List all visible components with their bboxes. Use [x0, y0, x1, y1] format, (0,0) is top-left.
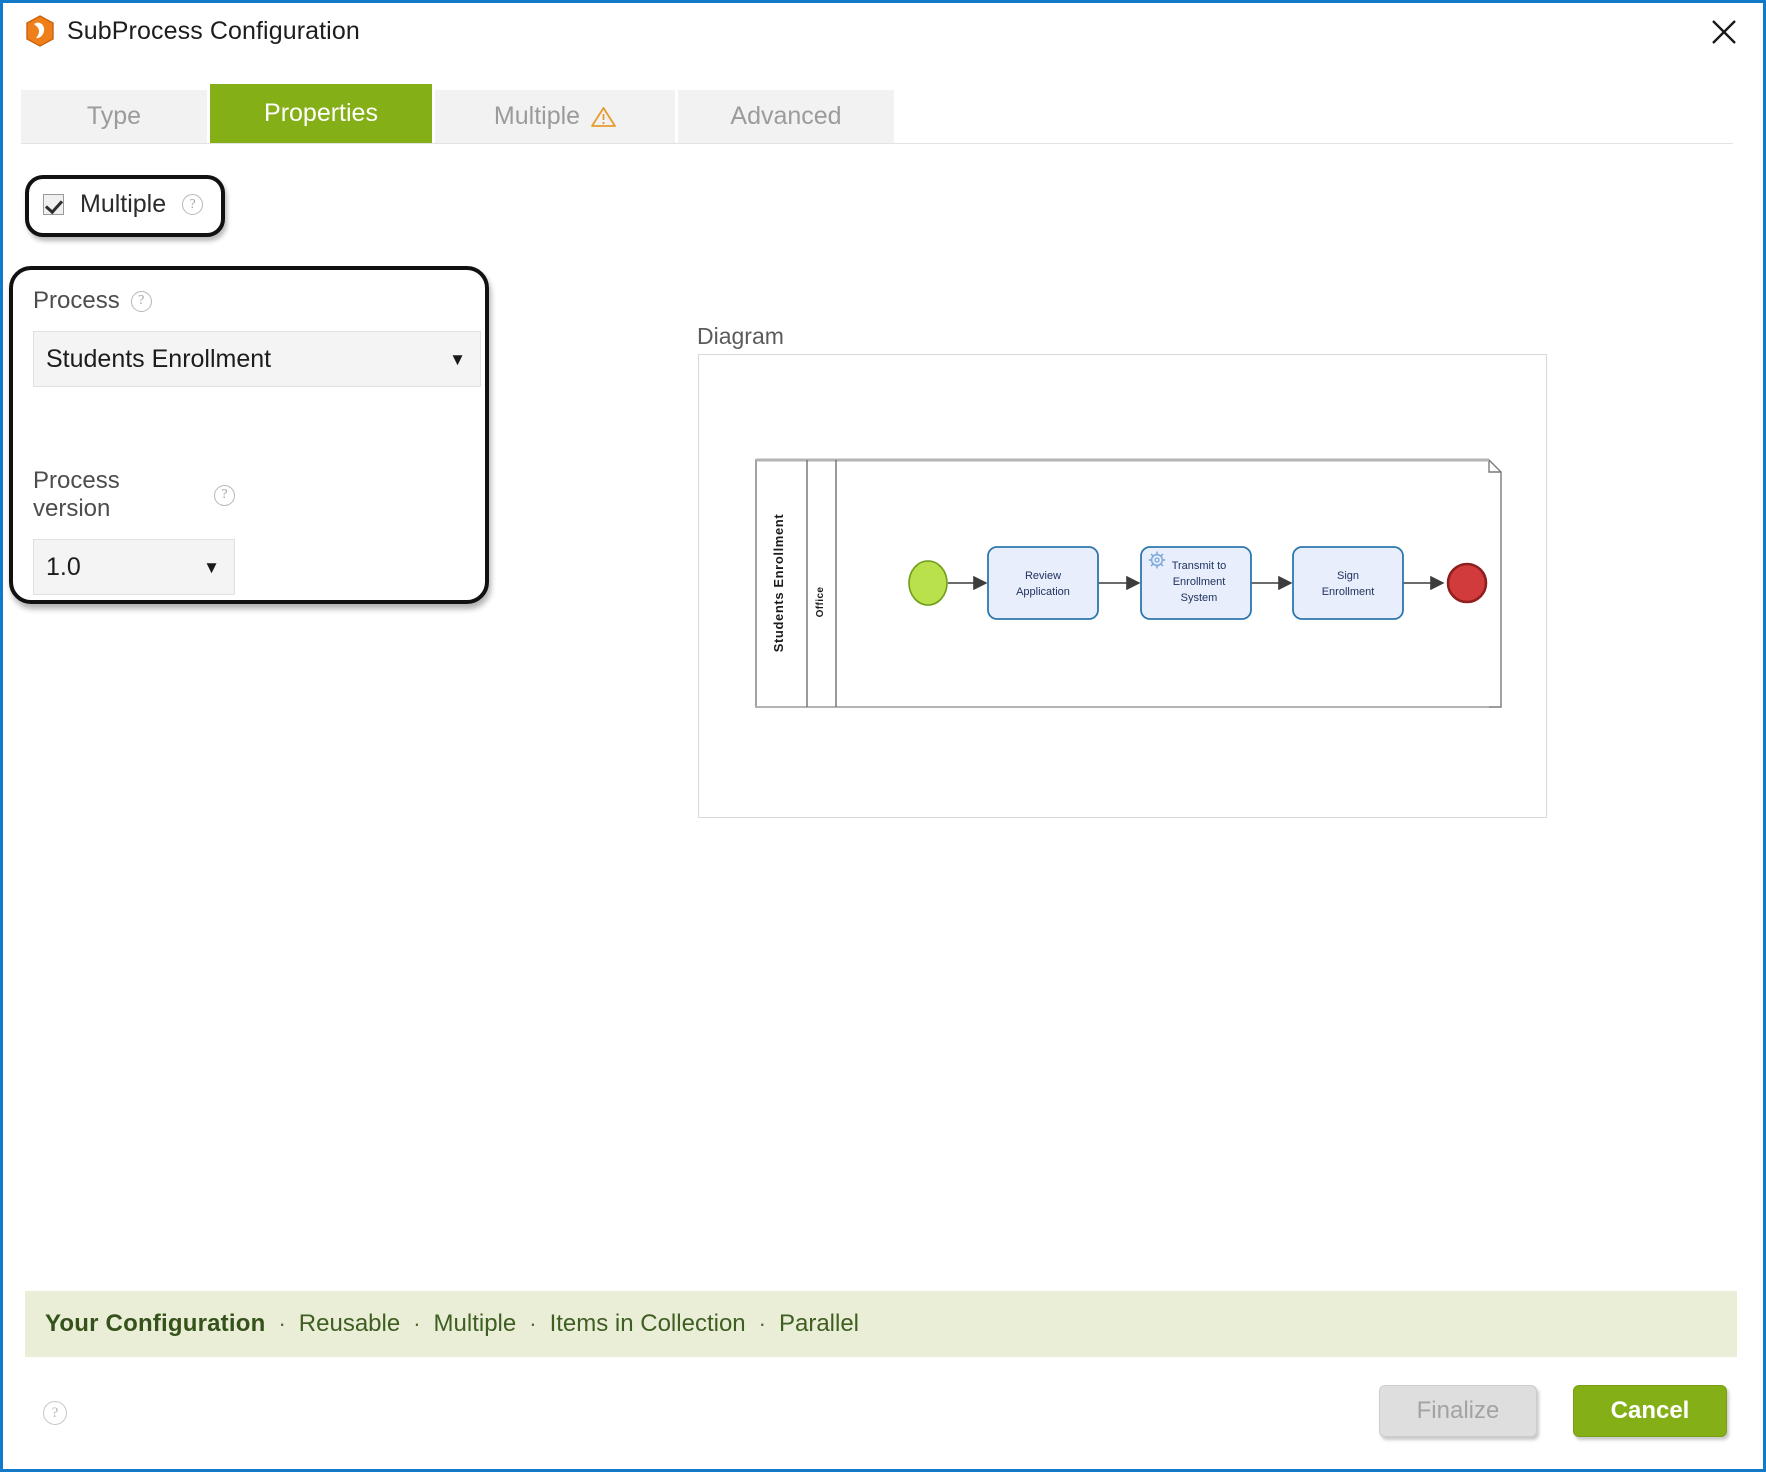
diagram-label: Diagram — [697, 323, 784, 349]
process-version-select[interactable]: 1.0 ▼ — [33, 539, 235, 595]
summary-separator: · — [529, 1311, 537, 1336]
finalize-button-label: Finalize — [1416, 1397, 1500, 1424]
process-version-select-value: 1.0 — [46, 552, 81, 581]
chevron-down-icon: ▼ — [449, 349, 466, 369]
bpmn-task-review-application: Review Application — [987, 546, 1099, 620]
window-title: SubProcess Configuration — [67, 16, 360, 45]
tab-multiple[interactable]: Multiple — [435, 90, 675, 143]
process-version-help-icon[interactable]: ? — [214, 484, 235, 506]
configuration-summary-bar: Your Configuration · Reusable · Multiple… — [25, 1291, 1737, 1357]
svg-text:Application: Application — [1016, 586, 1070, 598]
bpmn-start-event — [908, 560, 948, 606]
summary-item-items-in-collection: Items in Collection — [549, 1310, 746, 1337]
summary-separator: · — [413, 1311, 421, 1336]
svg-text:Sign: Sign — [1337, 570, 1359, 582]
svg-text:Enrollment: Enrollment — [1173, 576, 1226, 588]
bpmn-lane-label: Office — [815, 587, 826, 618]
summary-item-multiple: Multiple — [433, 1310, 517, 1337]
title-bar-left: SubProcess Configuration — [25, 15, 360, 47]
process-label-row: Process ? — [33, 287, 481, 315]
multiple-help-icon[interactable]: ? — [182, 194, 204, 215]
diagram-preview[interactable]: Students Enrollment Office Review Applic… — [698, 354, 1547, 818]
tab-advanced-label: Advanced — [730, 102, 842, 130]
bpmn-task-sign-enrollment: Sign Enrollment — [1292, 546, 1404, 620]
process-label: Process — [33, 287, 120, 314]
tab-properties[interactable]: Properties — [210, 84, 432, 143]
multiple-checkbox[interactable] — [43, 194, 64, 215]
footer-help-icon[interactable]: ? — [43, 1401, 67, 1425]
multiple-checkbox-label: Multiple — [80, 190, 167, 218]
svg-text:Enrollment: Enrollment — [1322, 586, 1375, 598]
close-icon[interactable] — [1703, 11, 1745, 53]
summary-item-parallel: Parallel — [778, 1310, 860, 1337]
subprocess-configuration-dialog: SubProcess Configuration Type Properties… — [0, 0, 1766, 1472]
tab-advanced[interactable]: Advanced — [678, 90, 894, 143]
tab-type[interactable]: Type — [21, 90, 207, 143]
cancel-button[interactable]: Cancel — [1573, 1385, 1727, 1437]
summary-title: Your Configuration — [45, 1310, 266, 1337]
hexagon-package-icon — [25, 15, 55, 47]
summary-item-reusable: Reusable — [298, 1310, 401, 1337]
bpmn-end-event — [1446, 562, 1488, 604]
tab-strip: Type Properties Multiple Advanced — [21, 84, 1733, 143]
bpmn-task-transmit-to-enrollment-system: Transmit to Enrollment System — [1140, 546, 1252, 620]
title-bar: SubProcess Configuration — [3, 3, 1763, 65]
finalize-button[interactable]: Finalize — [1379, 1385, 1537, 1437]
process-version-label: Process version — [33, 467, 120, 522]
svg-text:Transmit to: Transmit to — [1172, 560, 1227, 572]
summary-separator: · — [758, 1311, 766, 1336]
warning-triangle-icon — [591, 106, 616, 128]
tab-multiple-label: Multiple — [493, 102, 581, 130]
summary-separator: · — [278, 1311, 286, 1336]
tab-strip-divider — [21, 143, 1733, 144]
multiple-checkbox-row[interactable]: Multiple ? — [43, 190, 204, 219]
cancel-button-label: Cancel — [1610, 1397, 1690, 1424]
tab-properties-label: Properties — [264, 99, 378, 127]
process-field-group: Process ? Students Enrollment ▼ — [33, 287, 481, 387]
svg-text:System: System — [1181, 592, 1218, 604]
svg-text:Review: Review — [1025, 570, 1061, 582]
process-select[interactable]: Students Enrollment ▼ — [33, 331, 481, 387]
process-version-label-row: Process version ? — [33, 467, 235, 523]
bpmn-pool-label: Students Enrollment — [771, 514, 786, 653]
tab-type-label: Type — [86, 102, 142, 130]
process-select-value: Students Enrollment — [46, 344, 272, 373]
chevron-down-icon: ▼ — [203, 557, 220, 577]
process-version-field-group: Process version ? 1.0 ▼ — [33, 467, 235, 595]
process-help-icon[interactable]: ? — [130, 290, 152, 312]
